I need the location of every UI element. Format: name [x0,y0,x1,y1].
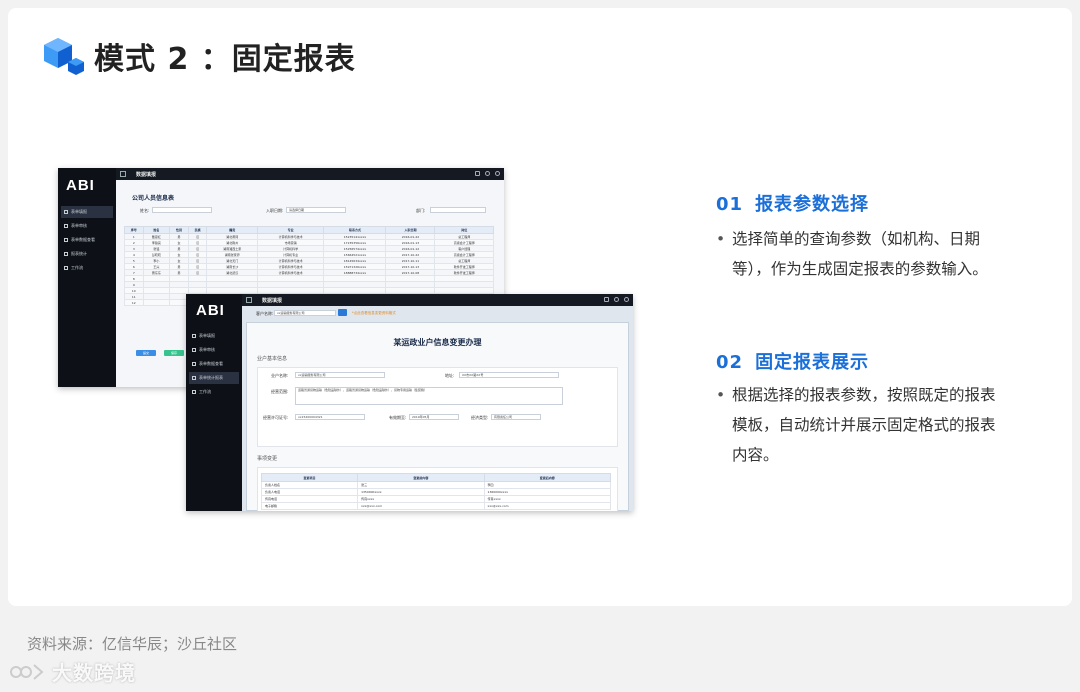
fullscreen-icon[interactable] [475,171,480,176]
date-label: 入职日期: [266,208,284,213]
section-body-2: 根据选择的报表参数，按照既定的报表模板，自动统计并展示固定格式的报表内容。 [716,380,996,470]
menu-icon[interactable] [246,297,252,303]
report-screenshot-2: ABI 表单填报 表单审核 表单数据查看 表单统计报表 工作流 数据填报 客户名… [186,294,633,511]
nav-item[interactable]: 报表统计 [61,248,113,260]
table-cell: 传真电话 [260,495,359,503]
table-cell: 负责人姓名 [260,481,359,489]
table-row: 电子邮箱 xxx@xxx.com xxx@xxx.com [260,502,612,510]
type-field[interactable]: 有限责任公司 [491,414,541,420]
table-cell: 张三 [357,481,485,489]
table-cell: xxx@xxx.com [483,502,612,510]
company-name-field[interactable]: xx运输服务有限公司 [295,372,385,378]
sidebar: ABI 表单填报 表单审核 表单数据查看 表单统计报表 工作流 [186,294,242,511]
section-heading-2: 02 固定报表展示 [716,352,870,373]
format-warning[interactable]: *点此查看信息变更资料格式 [352,311,396,316]
name-input[interactable] [152,207,212,213]
topbar: 数据填报 [242,294,633,306]
nav-item[interactable]: 工作流 [189,386,239,398]
table-cell: 传真xxxx [357,495,485,503]
table-cell [142,299,171,306]
section-heading-1: 01 报表参数选择 [716,194,870,215]
table-cell: 1350000xxxx [357,488,485,496]
content-area: 客户名称: xx运输服务有限公司 *点此查看信息变更资料格式 某运政业户信息变更… [242,306,633,511]
name-label: 姓名: [140,208,150,213]
section-change: 事项变更 [257,456,278,462]
permit-label: 经营许可证号: [263,415,289,420]
table-row: 传真电话 传真xxxx 传真xxxx [260,495,612,503]
dept-select[interactable] [430,207,486,213]
table-cell: 1360000xxxx [483,488,612,496]
page-title: 模式 2 ：固定报表 [94,42,356,77]
address-field[interactable]: XX市XX路XX号 [459,372,559,378]
table-cell: 李四 [483,481,612,489]
company-name-label: 业户名称: [271,373,289,378]
title-row: 模式 2 ：固定报表 [42,34,356,78]
nav-item[interactable]: 表单统计报表 [189,372,239,384]
nav-item[interactable]: 表单数据查看 [61,234,113,246]
scope-label: 经营范围: [271,389,289,394]
nav-item[interactable]: 表单填报 [61,206,113,218]
source-note: 资料来源：亿信华辰；沙丘社区 [27,635,238,653]
company-label: 客户名称: [256,311,274,316]
report-title: 公司人员信息表 [132,195,175,202]
nav-item[interactable]: 表单数据查看 [189,358,239,370]
company-input[interactable]: xx运输服务有限公司 [274,310,336,316]
cube-icon [44,38,84,75]
sidebar: ABI 表单填报 表单审核 表单数据查看 报表统计 工作流 [58,168,116,387]
nav-item[interactable]: 表单填报 [189,330,239,342]
dept-label: 部门: [416,208,426,213]
valid-date-label: 有效期至: [389,415,407,420]
user-icon[interactable] [624,297,629,302]
form-title: 某运政业户信息变更办理 [393,338,482,347]
date-input[interactable]: 请选择日期 [286,207,346,213]
scope-field[interactable]: 道路普通货物运输（危险品除外），道路普通货物运输（危险品除外），货物专用运输（集… [295,387,563,405]
abi-logo: ABI [196,302,225,319]
watermark-text: 大数跨境 [52,661,136,685]
watermark: 大数跨境 [8,657,136,686]
fullscreen-icon[interactable] [604,297,609,302]
watermark-logo-icon [10,663,44,680]
nav-item[interactable]: 表单审核 [61,220,113,232]
section-basic-info: 业户基本信息 [257,356,288,362]
permit-field[interactable]: xx15200004321 [295,414,365,420]
search-button[interactable] [338,309,347,316]
submit-button[interactable]: 提交 [136,350,156,356]
basic-info-box [257,367,618,447]
table-cell: 电子邮箱 [260,502,359,510]
settings-icon[interactable] [485,171,490,176]
table-cell: 12 [124,299,144,306]
topbar: 数据填报 [116,168,504,180]
table-row: 负责人电话 1350000xxxx 1360000xxxx [260,488,612,496]
table-row: 负责人姓名 张三 李四 [260,481,612,489]
window-title: 数据填报 [262,298,283,304]
abi-logo: ABI [66,177,95,194]
nav-item[interactable]: 表单审核 [189,344,239,356]
user-icon[interactable] [495,171,500,176]
table-cell: xxx@xxx.com [357,502,485,510]
address-label: 地址: [445,373,455,378]
change-table: 变更项目 变更前内容 变更后内容 负责人姓名 张三 李四 负责人电话 1350000xx… [260,473,612,510]
nav-item[interactable]: 工作流 [61,262,113,274]
table-cell: 负责人电话 [260,488,359,496]
window-title: 数据填报 [136,172,157,178]
settings-icon[interactable] [614,297,619,302]
valid-date-field[interactable]: 2019年05月 [409,414,459,420]
form-panel: 某运政业户信息变更办理 业户基本信息 业户名称: xx运输服务有限公司 地址: … [246,322,629,511]
type-label: 经济类型: [471,415,489,420]
section-body-1: 选择简单的查询参数（如机构、日期等），作为生成固定报表的参数输入。 [716,224,996,284]
table-cell: 传真xxxx [483,495,612,503]
save-button[interactable]: 保存 [164,350,184,356]
menu-icon[interactable] [120,171,126,177]
